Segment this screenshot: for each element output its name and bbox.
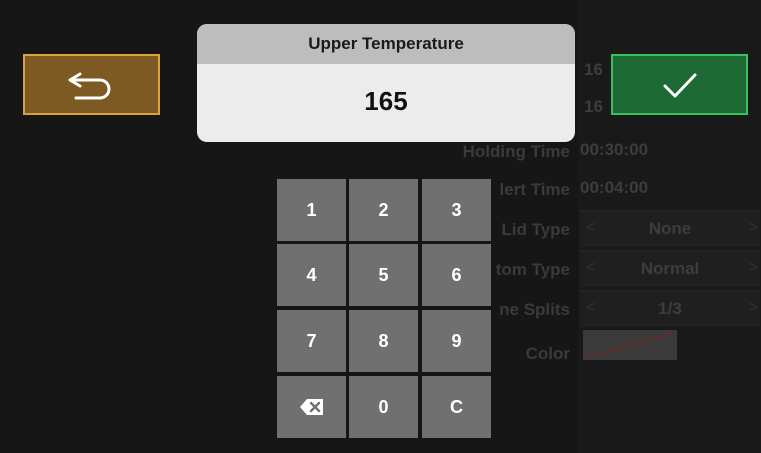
key-7[interactable]: 7 [277, 310, 346, 372]
bg-lid-type-value: None [648, 219, 692, 238]
bg-bottom-type-label: tom Type [495, 260, 570, 279]
bg-color-label: Color [525, 344, 570, 363]
dialog-value-display: 165 [364, 86, 408, 116]
bg-color-swatch [583, 330, 677, 360]
checkmark-icon [663, 73, 696, 97]
backspace-icon [299, 399, 323, 415]
screen: 16 16 Holding Time 00:30:00 lert Time 00… [0, 0, 761, 453]
chevron-right-icon: > [748, 259, 758, 276]
color-none-swatch-icon [584, 331, 676, 359]
key-1[interactable]: 1 [277, 179, 346, 241]
bg-alert-time-label: lert Time [499, 180, 570, 199]
dialog-title: Upper Temperature [197, 24, 575, 64]
bg-holding-time-value: 00:30:00 [580, 140, 649, 159]
bg-splits-label: ne Splits [499, 300, 570, 319]
key-2[interactable]: 2 [349, 179, 418, 241]
bg-splits-selector: < 1/3 > [580, 290, 760, 327]
bg-lid-type-selector: < None > [580, 210, 760, 247]
key-8[interactable]: 8 [349, 310, 418, 372]
key-5[interactable]: 5 [349, 244, 418, 306]
bg-value-lower: 16 [584, 97, 603, 116]
key-clear[interactable]: C [422, 376, 491, 438]
value-dialog: Upper Temperature 165 [197, 24, 575, 142]
chevron-right-icon: > [748, 299, 758, 316]
bg-alert-time-value: 00:04:00 [580, 178, 649, 197]
key-6[interactable]: 6 [422, 244, 491, 306]
back-button[interactable] [23, 54, 160, 115]
bg-value-upper: 16 [584, 60, 603, 79]
undo-arrow-icon [68, 72, 110, 99]
key-9[interactable]: 9 [422, 310, 491, 372]
chevron-right-icon: > [748, 219, 758, 236]
key-4[interactable]: 4 [277, 244, 346, 306]
bg-lid-type-label: Lid Type [501, 220, 570, 239]
key-3[interactable]: 3 [422, 179, 491, 241]
key-0[interactable]: 0 [349, 376, 418, 438]
key-backspace[interactable] [277, 376, 346, 438]
numeric-keypad: 1 2 3 4 5 6 7 8 9 0 C [277, 179, 491, 438]
bg-holding-time-label: Holding Time [462, 142, 570, 161]
confirm-button[interactable] [611, 54, 748, 115]
bg-bottom-type-selector: < Normal > [580, 250, 760, 287]
bg-splits-value: 1/3 [658, 299, 682, 318]
bg-bottom-type-value: Normal [640, 259, 700, 278]
